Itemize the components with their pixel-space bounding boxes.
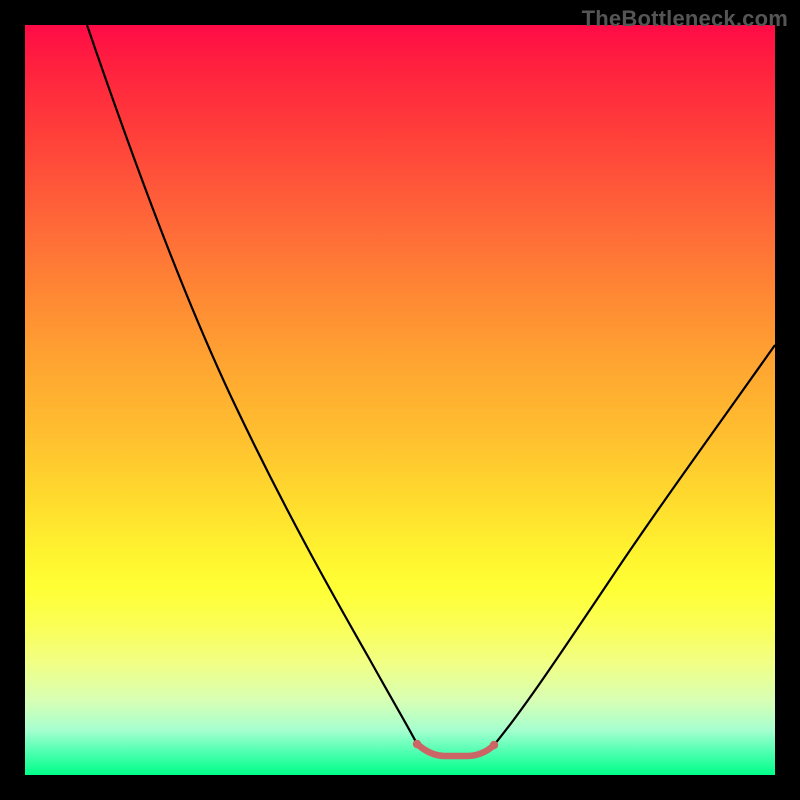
bottleneck-curve-svg — [25, 25, 775, 775]
flat-segment-right-dot — [490, 741, 498, 749]
chart-plot-area — [25, 25, 775, 775]
curve-left-branch — [87, 25, 417, 744]
flat-segment-left-dot — [413, 740, 421, 748]
watermark-text: TheBottleneck.com — [582, 6, 788, 32]
curve-flat-segment — [417, 744, 494, 756]
curve-right-branch — [494, 345, 775, 745]
